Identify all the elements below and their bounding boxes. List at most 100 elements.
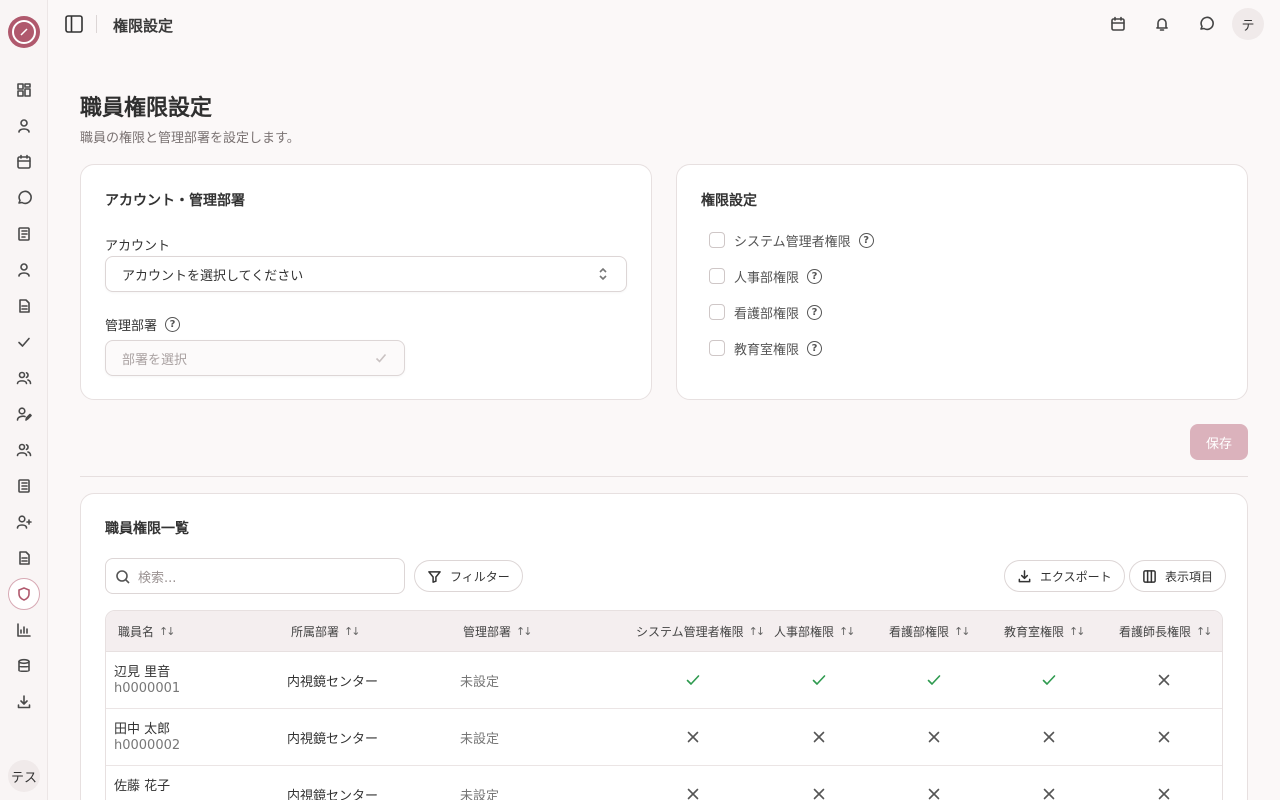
dept-select[interactable]: 部署を選択	[105, 340, 405, 376]
col-header-manage[interactable]: 管理部署 ↑↓	[463, 611, 533, 652]
perm-system-admin[interactable]: システム管理者権限 ?	[709, 230, 874, 250]
perm-label: システム管理者権限	[734, 234, 851, 250]
col-header-head-nurse[interactable]: 看護師長権限 ↑↓	[1119, 611, 1213, 652]
perm-x-icon	[926, 729, 942, 745]
check-icon	[374, 351, 388, 365]
help-icon[interactable]: ?	[807, 340, 823, 356]
bell-icon[interactable]	[1152, 14, 1172, 34]
col-header-education[interactable]: 教育室権限 ↑↓	[1004, 611, 1086, 652]
perm-nursing[interactable]: 看護部権限 ?	[709, 302, 823, 322]
nursing-checkbox[interactable]	[709, 304, 725, 320]
col-header-name[interactable]: 職員名 ↑↓	[118, 611, 176, 652]
table-row[interactable]: 佐藤 花子 内視鏡センター 未設定	[106, 766, 1222, 800]
page-subtitle: 職員の権限と管理部署を設定します。	[80, 131, 300, 146]
dept-label: 管理部署	[105, 319, 158, 334]
user-icon[interactable]	[14, 116, 34, 136]
perm-hr[interactable]: 人事部権限 ?	[709, 266, 823, 286]
users-icon[interactable]	[14, 368, 34, 388]
col-header-system-admin[interactable]: システム管理者権限 ↑↓	[636, 611, 766, 652]
columns-button[interactable]: 表示項目	[1129, 560, 1227, 592]
sidebar-user-avatar[interactable]: テス	[8, 760, 40, 792]
file-text-icon[interactable]	[14, 548, 34, 568]
calendar-icon[interactable]	[1108, 14, 1128, 34]
check-icon[interactable]	[14, 332, 34, 352]
download-icon	[1018, 569, 1031, 582]
dept-label-row: 管理部署 ?	[105, 315, 181, 334]
permission-table: 職員名 ↑↓ 所属部署 ↑↓ 管理部署 ↑↓ システム管理者権限 ↑↓ 人事部権限 ↑↓ …	[105, 610, 1223, 800]
person-icon[interactable]	[14, 260, 34, 280]
export-button[interactable]: エクスポート	[1004, 560, 1125, 592]
table-row[interactable]: 辺見 里音 h0000001 内視鏡センター 未設定	[106, 652, 1222, 709]
download-icon[interactable]	[14, 692, 34, 712]
col-header-hr[interactable]: 人事部権限 ↑↓	[774, 611, 856, 652]
top-header: 権限設定 テ	[48, 0, 1280, 48]
chevrons-up-down-icon	[596, 267, 610, 281]
help-icon[interactable]: ?	[807, 304, 823, 320]
perm-education[interactable]: 教育室権限 ?	[709, 338, 823, 358]
chat-icon[interactable]	[14, 188, 34, 208]
staff-name: 辺見 里音	[114, 665, 171, 680]
sort-icon[interactable]: ↑↓	[1196, 625, 1213, 638]
search-placeholder: 検索...	[138, 570, 177, 586]
list-icon[interactable]	[14, 476, 34, 496]
search-input[interactable]: 検索...	[105, 558, 405, 594]
perm-check-icon	[926, 672, 942, 688]
save-button[interactable]: 保存	[1190, 424, 1248, 460]
sort-icon[interactable]: ↑↓	[954, 625, 971, 638]
hr-checkbox[interactable]	[709, 268, 725, 284]
sidebar: テス	[0, 0, 48, 800]
perm-x-icon	[811, 729, 827, 745]
user-plus-icon[interactable]	[14, 512, 34, 532]
account-select[interactable]: アカウントを選択してください	[105, 256, 627, 292]
page-title: 職員権限設定	[80, 96, 213, 121]
system-admin-checkbox[interactable]	[709, 232, 725, 248]
dashboard-icon[interactable]	[14, 80, 34, 100]
dept-select-value: 部署を選択	[122, 352, 188, 368]
message-icon[interactable]	[1196, 14, 1216, 34]
calendar-icon[interactable]	[14, 152, 34, 172]
help-icon[interactable]: ?	[807, 268, 823, 284]
staff-manage: 未設定	[460, 732, 500, 747]
help-icon[interactable]: ?	[858, 232, 874, 248]
staff-dept: 内視鏡センター	[287, 675, 379, 690]
section-divider	[80, 476, 1248, 477]
notebook-icon[interactable]	[14, 224, 34, 244]
help-icon[interactable]: ?	[165, 317, 181, 332]
perm-x-icon	[1041, 786, 1057, 800]
header-divider	[96, 15, 97, 33]
sort-icon[interactable]: ↑↓	[1069, 625, 1086, 638]
perm-x-icon	[811, 786, 827, 800]
columns-label: 表示項目	[1165, 569, 1214, 584]
col-header-dept[interactable]: 所属部署 ↑↓	[291, 611, 361, 652]
shield-icon[interactable]	[8, 578, 40, 610]
database-icon[interactable]	[14, 656, 34, 676]
columns-icon	[1143, 569, 1156, 583]
sidebar-toggle-icon[interactable]	[64, 14, 84, 34]
sort-icon[interactable]: ↑↓	[839, 625, 856, 638]
perm-check-icon	[1041, 672, 1057, 688]
app-logo-icon[interactable]	[8, 16, 40, 48]
table-header: 職員名 ↑↓ 所属部署 ↑↓ 管理部署 ↑↓ システム管理者権限 ↑↓ 人事部権限 ↑↓ …	[106, 611, 1222, 652]
permission-list-card: 職員権限一覧 検索... フィルター エクスポート 表示項目 職員名 ↑↓ 所属部…	[80, 493, 1248, 800]
user-avatar[interactable]: テ	[1232, 8, 1264, 40]
account-label: アカウント	[105, 239, 171, 254]
filter-button[interactable]: フィルター	[414, 560, 523, 592]
table-row[interactable]: 田中 太郎 h0000002 内視鏡センター 未設定	[106, 709, 1222, 766]
perm-x-icon	[1156, 786, 1172, 800]
user-edit-icon[interactable]	[14, 404, 34, 424]
sort-icon[interactable]: ↑↓	[749, 625, 766, 638]
bar-chart-icon[interactable]	[14, 620, 34, 640]
permission-card-title: 権限設定	[701, 193, 757, 209]
export-label: エクスポート	[1040, 569, 1112, 584]
sort-icon[interactable]: ↑↓	[344, 625, 361, 638]
filter-icon	[428, 570, 441, 583]
sort-icon[interactable]: ↑↓	[159, 625, 176, 638]
group-icon[interactable]	[14, 440, 34, 460]
perm-label: 教育室権限	[734, 342, 800, 358]
perm-x-icon	[1156, 672, 1172, 688]
education-checkbox[interactable]	[709, 340, 725, 356]
perm-x-icon	[926, 786, 942, 800]
col-header-nursing[interactable]: 看護部権限 ↑↓	[889, 611, 971, 652]
sort-icon[interactable]: ↑↓	[516, 625, 533, 638]
document-icon[interactable]	[14, 296, 34, 316]
